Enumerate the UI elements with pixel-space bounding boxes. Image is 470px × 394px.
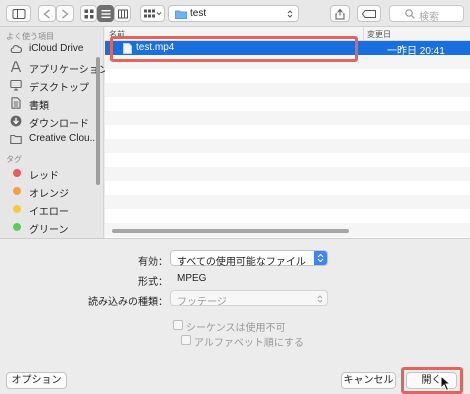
empty-row — [105, 209, 470, 223]
folder-icon — [175, 10, 187, 19]
cursor-icon — [440, 375, 452, 392]
popup-arrow — [314, 251, 327, 265]
horizontal-scrollbar[interactable] — [112, 229, 349, 233]
sidebar: よく使う項目 iCloud Drive アプリケーション デスクトップ 書類 ダ… — [0, 27, 109, 238]
sidebar-item-label: デスクトップ — [29, 83, 89, 94]
empty-row — [105, 181, 470, 195]
sidebar-tag-green[interactable]: グリーン — [0, 218, 98, 237]
toolbar: test 検索 — [0, 0, 470, 27]
import-type-label: 読み込みの種類： — [88, 297, 168, 308]
tag-button[interactable] — [357, 5, 381, 22]
forward-button[interactable] — [56, 5, 74, 22]
highlight-box-open — [401, 367, 463, 394]
empty-row — [105, 83, 470, 97]
sidebar-item-label: 書類 — [29, 101, 49, 112]
sidebar-scrollbar[interactable] — [96, 57, 100, 185]
cancel-button[interactable]: キャンセル — [341, 372, 396, 389]
column-header-date[interactable]: 変更日 — [367, 29, 391, 40]
empty-row — [105, 125, 470, 139]
empty-row — [105, 69, 470, 83]
icon-view-button[interactable] — [80, 5, 97, 22]
search-icon — [405, 9, 415, 19]
search-placeholder: 検索 — [419, 12, 439, 23]
import-type-popup[interactable]: フッテージ — [170, 290, 328, 308]
empty-row — [105, 153, 470, 167]
chevron-left-icon — [43, 8, 50, 19]
updown-chevron-icon — [317, 253, 324, 263]
alphabetical-checkbox[interactable] — [181, 335, 191, 345]
back-button[interactable] — [38, 5, 56, 22]
empty-row — [105, 97, 470, 111]
divider — [0, 238, 470, 239]
sidebar-item-creative-cloud[interactable]: Creative Clou... — [0, 130, 98, 149]
sidebar-item-label: Creative Clou... — [29, 133, 98, 144]
sequence-label: シーケンスは使用不可 — [186, 323, 286, 334]
format-label: 形式： — [138, 277, 168, 288]
sidebar-toggle-button[interactable] — [6, 5, 31, 22]
column-view-button[interactable] — [114, 5, 131, 22]
share-button[interactable] — [330, 5, 350, 22]
path-label: test — [190, 8, 207, 19]
enable-value: すべての使用可能なファイル — [177, 257, 306, 268]
sidebar-item-applications[interactable]: アプリケーション — [0, 58, 109, 77]
list-icon — [101, 9, 110, 18]
format-value: MPEG — [177, 273, 207, 284]
empty-row — [105, 139, 470, 153]
search-field[interactable]: 検索 — [389, 5, 464, 23]
columns-icon — [117, 9, 128, 18]
green-tag-dot — [13, 223, 21, 231]
column-divider — [363, 27, 364, 40]
highlight-box-file — [110, 36, 358, 62]
sidebar-item-desktop[interactable]: デスクトップ — [0, 76, 98, 95]
grid-icon — [84, 9, 93, 18]
sidebar-item-label: レッド — [29, 171, 59, 182]
folder-icon — [10, 134, 22, 145]
applications-icon — [10, 61, 22, 73]
enable-popup[interactable]: すべての使用可能なファイル — [170, 250, 328, 268]
cloud-icon — [10, 45, 22, 54]
sidebar-tag-yellow[interactable]: イエロー — [0, 200, 98, 219]
sidebar-tag-red[interactable]: レッド — [0, 164, 98, 183]
sidebar-item-documents[interactable]: 書類 — [0, 94, 98, 113]
empty-row — [105, 167, 470, 181]
downloads-icon — [10, 115, 22, 127]
yellow-tag-dot — [13, 205, 21, 213]
alphabetical-label: アルファベット順にする — [194, 338, 304, 349]
desktop-icon — [10, 79, 22, 91]
updown-chevron-icon — [317, 295, 323, 303]
import-type-value: フッテージ — [177, 297, 227, 308]
chevron-right-icon — [62, 8, 69, 19]
sidebar-item-icloud-drive[interactable]: iCloud Drive — [0, 40, 98, 59]
group-icon — [143, 9, 161, 17]
tag-icon — [362, 9, 376, 18]
orange-tag-dot — [13, 187, 21, 195]
sidebar-tag-orange[interactable]: オレンジ — [0, 182, 98, 201]
sidebar-item-label: グリーン — [29, 225, 69, 236]
sidebar-item-label: iCloud Drive — [29, 43, 84, 54]
group-menu-button[interactable] — [140, 5, 165, 22]
sidebar-item-label: オレンジ — [29, 189, 69, 200]
documents-icon — [11, 97, 21, 109]
updown-chevron-icon — [287, 10, 293, 18]
path-popup[interactable]: test — [168, 5, 299, 22]
options-button[interactable]: オプション — [6, 372, 67, 389]
red-tag-dot — [13, 169, 21, 177]
sidebar-icon — [12, 8, 25, 19]
list-view-button[interactable] — [97, 5, 114, 22]
enable-label: 有効： — [138, 257, 168, 268]
empty-row — [105, 111, 470, 125]
share-icon — [335, 8, 345, 19]
sidebar-item-label: イエロー — [29, 207, 69, 218]
sidebar-item-label: ダウンロード — [29, 119, 89, 130]
empty-row — [105, 195, 470, 209]
sequence-checkbox[interactable] — [173, 320, 183, 330]
bottom-bar: オプション キャンセル 開く — [0, 362, 470, 394]
sidebar-item-downloads[interactable]: ダウンロード — [0, 112, 98, 131]
